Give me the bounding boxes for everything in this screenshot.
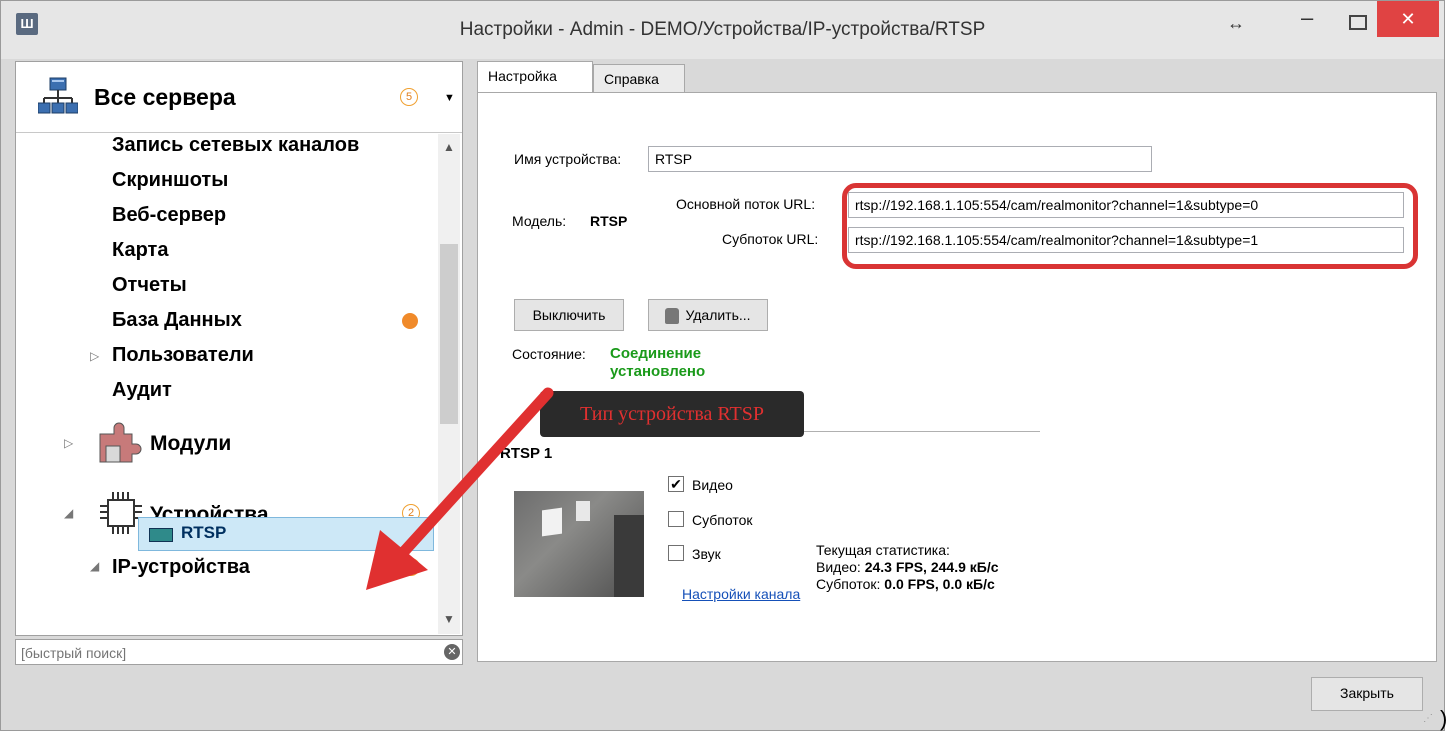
expand-users-icon[interactable]: ▷ <box>90 349 99 363</box>
settings-window: Ш Настройки - Admin - DEMO/Устройства/IP… <box>0 0 1445 731</box>
stats-sub-label: Субпоток: <box>816 576 881 592</box>
server-tree-panel: Все сервера 5 ▼ Запись сетевых каналов С… <box>15 61 463 636</box>
delete-button[interactable]: Удалить... <box>648 299 768 331</box>
stats-video-label: Видео: <box>816 559 861 575</box>
video-checkbox[interactable]: ✔ <box>668 476 684 492</box>
settings-content: Имя устройства: Модель: RTSP Основной по… <box>477 92 1437 662</box>
channel-title: RTSP 1 <box>500 445 553 462</box>
url-highlight-box <box>842 183 1418 269</box>
audio-label: Звук <box>692 546 721 562</box>
tree-item-ip-devices[interactable]: IP-устройства <box>112 556 250 579</box>
trash-icon <box>665 308 680 325</box>
device-type-tooltip: Тип устройства RTSP <box>540 391 804 437</box>
tree-item-screenshots[interactable]: Скриншоты <box>112 169 228 192</box>
substream-url-label: Субпоток URL: <box>722 231 819 247</box>
current-stats: Текущая статистика: Видео: 24.3 FPS, 244… <box>816 542 999 593</box>
resize-icon[interactable]: ↔ <box>1227 13 1245 34</box>
scroll-thumb[interactable] <box>440 244 458 424</box>
collapse-devices-icon[interactable]: ◢ <box>64 506 73 520</box>
preview-shadow <box>614 515 644 597</box>
chevron-down-icon[interactable]: ▼ <box>444 92 455 104</box>
resize-grip-icon[interactable]: ⋰ <box>1423 713 1433 724</box>
quick-search-input[interactable] <box>19 642 423 664</box>
tree-item-rtsp-selected[interactable]: RTSP <box>138 517 434 551</box>
ip-devices-count-badge: 2 <box>402 558 420 576</box>
close-window-button[interactable]: ✕ <box>1377 1 1439 37</box>
minimize-button[interactable]: – <box>1301 5 1313 31</box>
tree-item-users[interactable]: Пользователи <box>112 344 254 367</box>
preview-window-light <box>542 507 562 537</box>
collapse-ip-devices-icon[interactable]: ◢ <box>90 559 99 573</box>
title-bar[interactable]: Ш Настройки - Admin - DEMO/Устройства/IP… <box>1 1 1444 59</box>
model-value: RTSP <box>590 213 628 229</box>
device-name-input[interactable] <box>648 146 1152 172</box>
maximize-button[interactable] <box>1349 15 1367 30</box>
video-label: Видео <box>692 477 733 493</box>
model-label: Модель: <box>512 213 567 229</box>
tab-help[interactable]: Справка <box>593 64 685 94</box>
clear-search-icon[interactable]: ✕ <box>444 644 460 660</box>
camera-preview <box>514 491 644 597</box>
servers-header[interactable]: Все сервера 5 ▼ <box>16 62 462 133</box>
disable-button[interactable]: Выключить <box>514 299 624 331</box>
device-name-label: Имя устройства: <box>514 151 622 167</box>
expand-modules-icon[interactable]: ▷ <box>64 436 73 450</box>
substream-label: Субпоток <box>692 512 753 528</box>
stats-sub-value: 0.0 FPS, 0.0 кБ/с <box>884 576 995 592</box>
camera-device-icon <box>149 528 173 542</box>
substream-checkbox[interactable] <box>668 511 684 527</box>
tree-item-audit[interactable]: Аудит <box>112 379 172 402</box>
tree-item-web-server[interactable]: Веб-сервер <box>112 204 226 227</box>
status-label: Состояние: <box>512 346 586 362</box>
tree-item-map[interactable]: Карта <box>112 239 168 262</box>
tree-item-network-recording[interactable]: Запись сетевых каналов <box>112 134 359 157</box>
stats-video-value: 24.3 FPS, 244.9 кБ/с <box>864 559 999 575</box>
tree-item-database[interactable]: База Данных <box>112 309 242 332</box>
tree-scrollbar[interactable]: ▲ ▼ <box>438 134 460 634</box>
puzzle-modules-icon <box>99 422 142 463</box>
quick-search: ✕ <box>15 639 463 665</box>
settings-tree: Запись сетевых каналов Скриншоты Веб-сер… <box>16 134 436 634</box>
network-servers-icon <box>38 77 78 114</box>
scroll-down-icon[interactable]: ▼ <box>443 612 455 626</box>
servers-count-badge: 5 <box>400 88 418 106</box>
tab-settings[interactable]: Настройка <box>477 61 593 93</box>
scroll-up-icon[interactable]: ▲ <box>443 140 455 154</box>
database-status-dot <box>402 313 418 329</box>
main-stream-url-label: Основной поток URL: <box>676 196 816 212</box>
stray-paren: ) <box>1440 706 1448 731</box>
delete-button-label: Удалить... <box>685 307 751 323</box>
stats-title: Текущая статистика: <box>816 542 950 558</box>
channel-settings-link[interactable]: Настройки канала <box>682 586 800 602</box>
tree-item-modules[interactable]: Модули <box>150 432 231 456</box>
status-value: Соединение установлено <box>610 345 706 380</box>
audio-checkbox[interactable] <box>668 545 684 561</box>
close-button[interactable]: Закрыть <box>1311 677 1423 711</box>
tree-item-reports[interactable]: Отчеты <box>112 274 187 297</box>
preview-window-light-2 <box>576 501 590 521</box>
all-servers-title: Все сервера <box>94 84 236 110</box>
rtsp-label: RTSP <box>181 523 227 542</box>
